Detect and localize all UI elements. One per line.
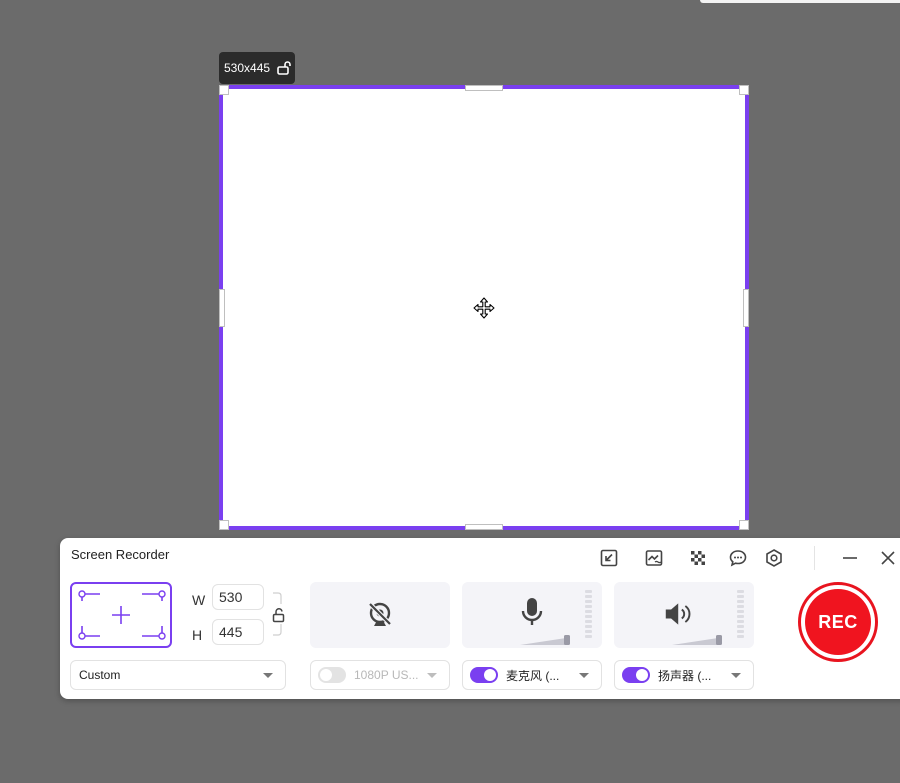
mosaic-icon[interactable] <box>687 547 709 569</box>
resize-handle-bottom-right[interactable] <box>739 520 749 530</box>
chat-icon[interactable] <box>727 547 749 569</box>
resize-handle-top-left[interactable] <box>219 85 229 95</box>
camera-device-label: 1080P US... <box>354 668 419 682</box>
resize-handle-bottom[interactable] <box>465 524 503 530</box>
resize-handle-bottom-left[interactable] <box>219 520 229 530</box>
speaker-select[interactable]: 扬声器 (... <box>614 660 754 690</box>
export-icon[interactable] <box>598 547 620 569</box>
aspect-lock-icon[interactable] <box>271 607 287 623</box>
move-icon[interactable] <box>472 296 496 320</box>
chart-wave-icon[interactable] <box>643 547 665 569</box>
speaker-icon <box>665 603 691 625</box>
chevron-down-icon <box>579 673 589 678</box>
minimize-icon[interactable] <box>839 547 861 569</box>
speaker-level-meter <box>737 590 744 640</box>
mic-volume-slider[interactable] <box>520 632 572 646</box>
microphone-select[interactable]: 麦克风 (... <box>462 660 602 690</box>
resize-handle-right[interactable] <box>743 289 749 327</box>
chevron-down-icon <box>263 673 273 678</box>
resize-handle-top-right[interactable] <box>739 85 749 95</box>
speaker-device-label: 扬声器 (... <box>658 668 712 683</box>
chevron-down-icon <box>427 673 437 678</box>
resize-handle-left[interactable] <box>219 289 225 327</box>
app-title: Screen Recorder <box>71 547 170 562</box>
resize-handle-top[interactable] <box>465 85 503 91</box>
mode-select-value: Custom <box>79 668 121 682</box>
record-button[interactable]: REC <box>798 582 878 662</box>
settings-icon[interactable] <box>763 547 785 569</box>
camera-select[interactable]: 1080P US... <box>310 660 450 690</box>
selection-size-label: 530x445 <box>224 61 271 75</box>
top-window-edge <box>700 0 900 3</box>
recorder-panel: Screen Recorder W 530 H 445 Custom 1080P… <box>60 538 900 699</box>
width-label: W <box>192 592 206 608</box>
height-input[interactable]: 445 <box>212 619 264 645</box>
width-input[interactable]: 530 <box>212 584 264 610</box>
microphone-device-label: 麦克风 (... <box>506 668 560 683</box>
microphone-toggle[interactable] <box>470 667 498 683</box>
unlock-icon[interactable] <box>276 60 292 76</box>
camera-toggle[interactable] <box>318 667 346 683</box>
speaker-volume-slider[interactable] <box>672 632 724 646</box>
microphone-icon <box>521 598 543 625</box>
record-label: REC <box>805 589 871 655</box>
camera-tile[interactable] <box>310 582 450 648</box>
speaker-tile[interactable] <box>614 582 754 648</box>
chevron-down-icon <box>731 673 741 678</box>
mic-level-meter <box>585 590 592 640</box>
selection-size-tag: 530x445 <box>219 52 295 84</box>
close-icon[interactable] <box>877 547 899 569</box>
toolbar-divider <box>814 546 815 570</box>
speaker-toggle[interactable] <box>622 667 650 683</box>
height-label: H <box>192 627 203 643</box>
mode-select[interactable]: Custom <box>70 660 286 690</box>
camera-off-icon <box>368 602 392 626</box>
region-select-icon <box>78 590 166 640</box>
microphone-tile[interactable] <box>462 582 602 648</box>
select-region-button[interactable] <box>70 582 172 648</box>
